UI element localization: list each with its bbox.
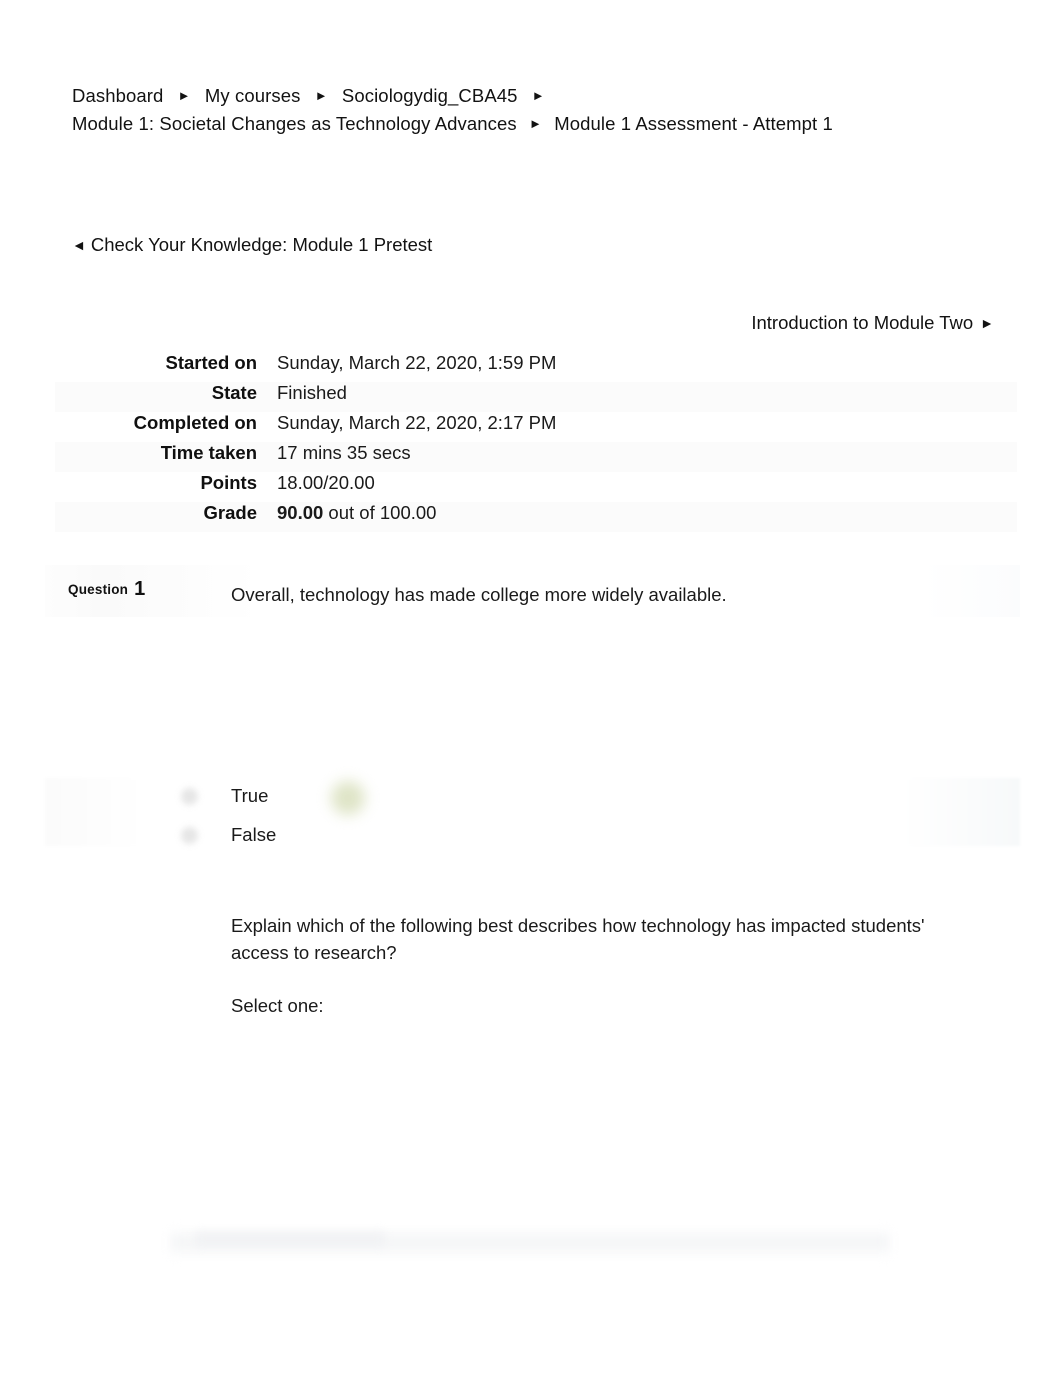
breadcrumb-item-dashboard[interactable]: Dashboard: [72, 85, 163, 106]
table-row: State Finished: [55, 382, 1017, 412]
summary-label-completed-on: Completed on: [133, 412, 257, 433]
summary-label-time-taken: Time taken: [160, 442, 257, 463]
next-activity-label: Introduction to Module Two: [751, 312, 974, 333]
correct-answer-marker-icon: [331, 781, 365, 815]
chevron-right-icon: ►: [529, 116, 542, 131]
arrow-right-icon: ►: [980, 315, 994, 331]
summary-value-state: Finished: [277, 382, 347, 403]
radio-button-icon[interactable]: [181, 787, 198, 805]
answer-option-true[interactable]: True: [181, 779, 731, 815]
next-activity-link[interactable]: Introduction to Module Two ►: [751, 310, 994, 336]
breadcrumb: Dashboard ► My courses ► Sociologydig_CB…: [72, 82, 1012, 138]
table-row: Time taken 17 mins 35 secs: [55, 442, 1017, 472]
question-label: Question: [68, 582, 129, 597]
question-number: 1: [134, 578, 146, 600]
breadcrumb-line-2: Module 1: Societal Changes as Technology…: [72, 110, 1012, 138]
grade-suffix: out of 100.00: [323, 502, 437, 523]
breadcrumb-item-module[interactable]: Module 1: Societal Changes as Technology…: [72, 113, 517, 134]
table-row: Points 18.00/20.00: [55, 472, 1017, 502]
previous-activity-link[interactable]: ◄ Check Your Knowledge: Module 1 Pretest: [72, 232, 432, 258]
question-number-block: Question 1: [68, 578, 218, 601]
summary-value-started-on: Sunday, March 22, 2020, 1:59 PM: [277, 352, 557, 373]
previous-activity-label: Check Your Knowledge: Module 1 Pretest: [90, 234, 433, 255]
breadcrumb-item-attempt[interactable]: Module 1 Assessment - Attempt 1: [554, 113, 833, 134]
answer-option-label: False: [231, 824, 277, 845]
radio-button-icon[interactable]: [181, 826, 198, 844]
summary-label-started-on: Started on: [165, 352, 257, 373]
summary-value-points: 18.00/20.00: [277, 472, 375, 493]
grade-score: 90.00: [277, 502, 324, 523]
question-2-text: Explain which of the following best desc…: [231, 915, 925, 963]
summary-label-points: Points: [200, 472, 257, 493]
summary-value-time-taken: 17 mins 35 secs: [277, 442, 411, 463]
breadcrumb-item-course[interactable]: Sociologydig_CBA45: [342, 85, 518, 106]
bottom-blurred-band-highlight: [195, 1232, 385, 1246]
summary-label-grade: Grade: [203, 502, 257, 523]
select-one-prompt: Select one:: [231, 995, 324, 1016]
summary-value-completed-on: Sunday, March 22, 2020, 2:17 PM: [277, 412, 557, 433]
chevron-right-icon: ►: [314, 88, 328, 103]
breadcrumb-item-my-courses[interactable]: My courses: [205, 85, 301, 106]
quiz-review-page: Dashboard ► My courses ► Sociologydig_CB…: [0, 0, 1062, 1377]
answer-option-false[interactable]: False: [181, 818, 731, 852]
question-1-text: Overall, technology has made college mor…: [231, 584, 727, 605]
summary-value-grade: 90.00 out of 100.00: [257, 502, 1017, 524]
table-row: Completed on Sunday, March 22, 2020, 2:1…: [55, 412, 1017, 442]
chevron-right-icon: ►: [177, 88, 191, 103]
chevron-right-icon: ►: [531, 88, 545, 103]
answer-option-label: True: [231, 785, 269, 806]
table-row: Started on Sunday, March 22, 2020, 1:59 …: [55, 352, 1017, 382]
breadcrumb-line-1: Dashboard ► My courses ► Sociologydig_CB…: [72, 82, 1012, 110]
summary-label-state: State: [211, 382, 257, 403]
table-row: Grade 90.00 out of 100.00: [55, 502, 1017, 532]
arrow-left-icon: ◄: [72, 237, 86, 253]
attempt-summary-table: Started on Sunday, March 22, 2020, 1:59 …: [55, 352, 1017, 532]
